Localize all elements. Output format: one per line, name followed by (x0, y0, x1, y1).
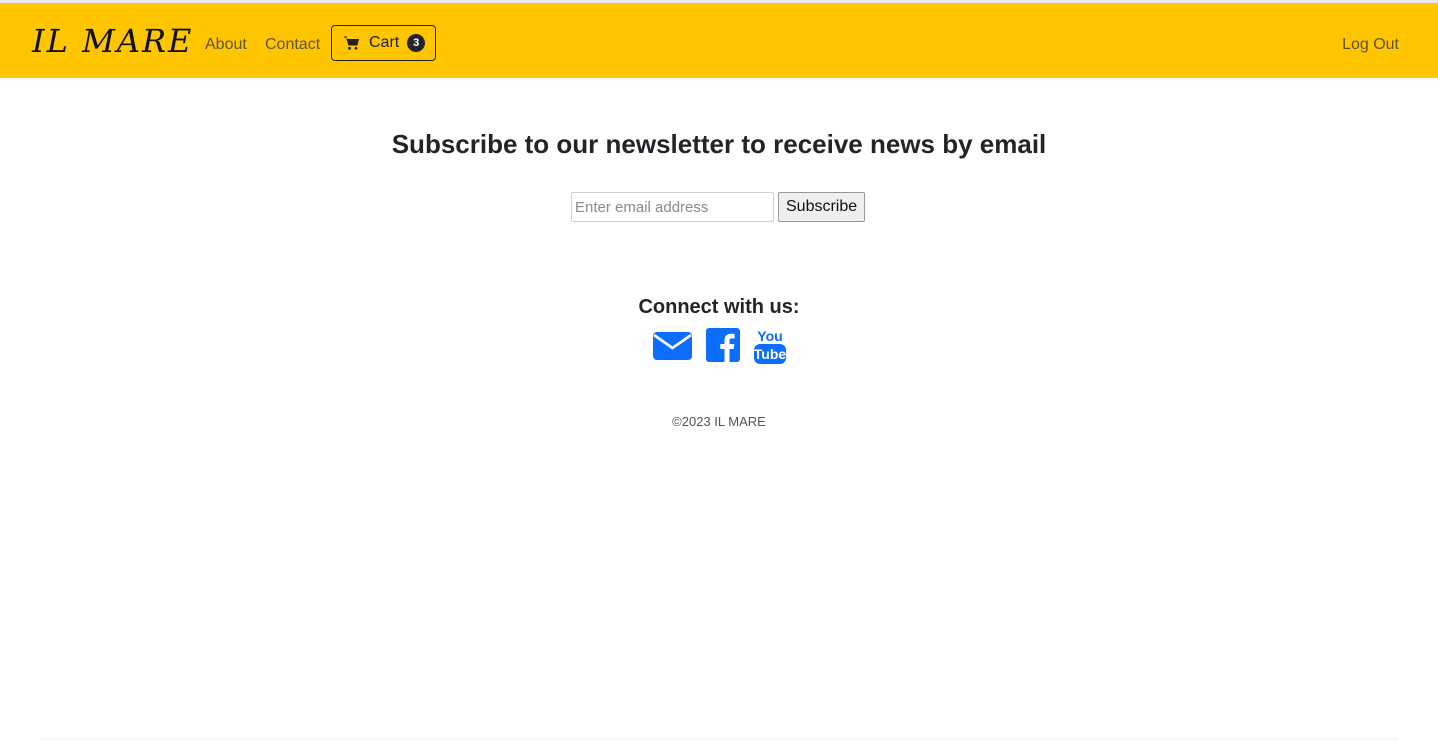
email-input[interactable] (571, 192, 774, 222)
navbar: IL MARE About Contact Cart 3 Log Out (0, 3, 1438, 78)
newsletter-headline: Subscribe to our newsletter to receive n… (391, 129, 1047, 159)
subscribe-button[interactable]: Subscribe (778, 192, 866, 222)
connect-heading: Connect with us: (638, 296, 800, 318)
copyright-text: ©2023 IL MARE (672, 414, 766, 429)
cart-label: Cart (369, 34, 400, 51)
brand-logo[interactable]: IL MARE (32, 21, 193, 61)
cart-button[interactable]: Cart 3 (331, 25, 436, 61)
footer-divider (40, 736, 1398, 740)
cart-icon (344, 36, 359, 50)
facebook-icon[interactable] (706, 328, 740, 367)
logout-link[interactable]: Log Out (1342, 35, 1399, 55)
envelope-icon[interactable] (653, 329, 692, 366)
cart-count-badge: 3 (407, 34, 426, 52)
nav-link-about[interactable]: About (205, 35, 247, 55)
social-links: You Tube (653, 326, 786, 369)
svg-text:Tube: Tube (754, 346, 786, 362)
youtube-icon[interactable]: You Tube (754, 326, 786, 369)
svg-text:You: You (757, 328, 782, 344)
nav-link-contact[interactable]: Contact (265, 35, 320, 55)
newsletter-form: Subscribe (571, 192, 866, 222)
